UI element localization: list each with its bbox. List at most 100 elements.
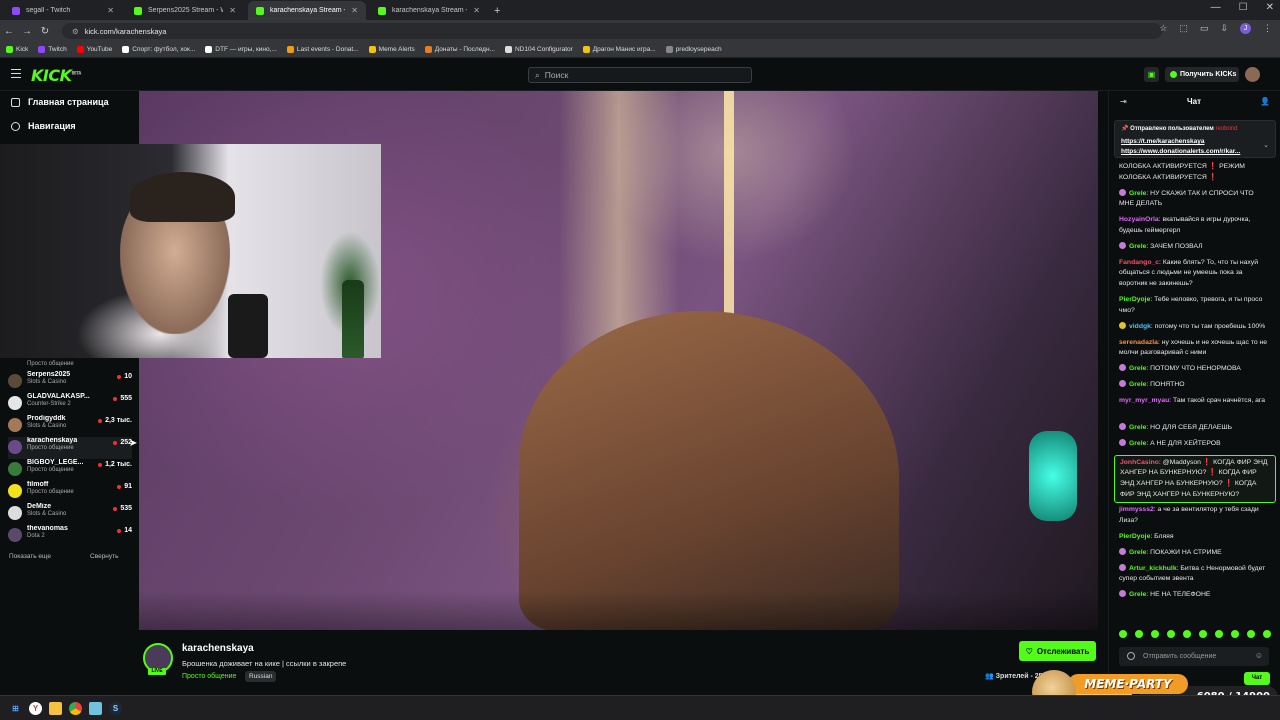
sidebar-channel-thevanomas[interactable]: thevanomas Dota 2 14	[8, 525, 132, 547]
chat-username[interactable]: Grele	[1129, 243, 1146, 250]
chat-username[interactable]: Fandango_c	[1119, 259, 1159, 266]
pinned-message[interactable]: 📌 Отправлено пользователем reobond https…	[1114, 120, 1276, 158]
follow-button[interactable]: ♡ Отслеживать	[1019, 641, 1096, 661]
chat-message-input[interactable]: Отправить сообщение ☺	[1119, 647, 1269, 666]
browser-tab-active[interactable]: karachenskaya Stream - Watch✕	[248, 1, 366, 20]
folder-icon[interactable]	[49, 701, 62, 715]
chat-username[interactable]: Grele	[1129, 424, 1146, 431]
stream-category-link[interactable]: Просто общение	[182, 673, 236, 680]
url-field[interactable]: ⚙ kick.com/karachenskaya	[62, 23, 1162, 39]
sidebar-channel-demize[interactable]: DeMize Slots & Casino 535	[8, 503, 132, 525]
bookmark-item[interactable]: Донаты - Последн...	[424, 46, 495, 53]
close-tab-icon[interactable]: ✕	[229, 6, 236, 15]
chat-username[interactable]: HozyainOrla	[1119, 216, 1159, 223]
emote-icon[interactable]	[1151, 630, 1159, 638]
browser-tab[interactable]: Serpens2025 Stream - Watch Li✕	[126, 1, 244, 20]
emote-icon[interactable]	[1231, 630, 1239, 638]
emote-icon[interactable]	[1215, 630, 1223, 638]
chat-username[interactable]: PierDyoje	[1119, 296, 1150, 303]
emote-icon[interactable]	[1135, 630, 1143, 638]
bookmark-item[interactable]: Kick	[6, 46, 28, 53]
bookmark-item[interactable]: YouTube	[76, 46, 112, 53]
pinned-link[interactable]: https://www.donationalerts.com/r/kar...	[1121, 148, 1261, 155]
bookmark-item[interactable]: Meme Alerts	[368, 46, 415, 53]
bookmark-item[interactable]: ND104 Configurator	[504, 46, 573, 53]
chat-username[interactable]: Artur_kickhulk	[1129, 565, 1177, 572]
chat-username[interactable]: Grele	[1129, 381, 1146, 388]
bookmark-item[interactable]: Драгон Манис игра...	[582, 46, 656, 53]
bookmark-item[interactable]: Спорт: футбол, хок...	[122, 46, 195, 53]
emoji-icon[interactable]: ☺	[1255, 651, 1263, 660]
close-tab-icon[interactable]: ✕	[351, 6, 358, 15]
sidebar-channel-karachenskaya[interactable]: karachenskaya Просто общение 252	[8, 437, 132, 459]
chat-username[interactable]: PierDyoje	[1119, 533, 1150, 540]
windows-icon[interactable]: ⊞	[9, 702, 22, 715]
emote-icon[interactable]	[1167, 630, 1175, 638]
chrome-icon[interactable]	[69, 701, 82, 715]
close-window-icon[interactable]: ✕	[1266, 2, 1274, 13]
sidebar-channel-prodigyddk[interactable]: Prodigyddk Slots & Casino 2,3 тыс.	[8, 415, 132, 437]
minimize-icon[interactable]: —	[1211, 2, 1221, 13]
browser-tab[interactable]: segall - Twitch ✕	[4, 1, 122, 20]
chat-username[interactable]: viddgk	[1129, 323, 1151, 330]
profile-avatar[interactable]: J	[1240, 23, 1251, 34]
emote-icon[interactable]	[1263, 630, 1271, 638]
reload-icon[interactable]: ↻	[36, 26, 54, 37]
bookmark-item[interactable]: DTF — игры, кино,...	[205, 46, 277, 53]
kick-logo[interactable]: KICKBETA	[31, 66, 81, 85]
sidebar-item-home[interactable]: Главная страница	[11, 97, 109, 107]
chat-users-icon[interactable]: 👤	[1260, 97, 1270, 106]
emote-icon[interactable]	[1199, 630, 1207, 638]
notepad-icon[interactable]	[89, 701, 102, 715]
dashboard-button[interactable]: ▣	[1144, 67, 1159, 82]
maximize-icon[interactable]: ☐	[1239, 2, 1248, 13]
bookmark-star-icon[interactable]: ☆	[1159, 23, 1167, 34]
chat-username[interactable]: myr_myr_myau	[1119, 397, 1169, 404]
chat-username[interactable]: jimmysss2	[1119, 506, 1154, 513]
sidebar-channel-gladvalakasp-[interactable]: GLADVALAKASP... Counter-Strike 2 555	[8, 393, 132, 415]
bookmark-item[interactable]: predloysepeach	[665, 46, 722, 53]
pinned-link[interactable]: https://t.me/karachenskaya	[1121, 138, 1204, 145]
chevron-down-icon[interactable]: ⌄	[1263, 141, 1269, 149]
bookmark-item[interactable]: Twitch	[38, 46, 67, 53]
bookmark-item[interactable]: Last events - Donat...	[286, 46, 359, 53]
yandex-icon[interactable]: Y	[29, 701, 42, 715]
sidebar-channel-filmoff[interactable]: filmoff Просто общение 91	[8, 481, 132, 503]
site-info-icon[interactable]: ⚙	[72, 27, 79, 36]
emote-icon[interactable]	[1183, 630, 1191, 638]
chat-username[interactable]: JonhCasino	[1120, 459, 1159, 466]
get-kicks-button[interactable]: Получить KICKs	[1165, 67, 1239, 82]
search-input[interactable]: ⌕ Поиск	[528, 67, 752, 83]
browser-tab[interactable]: karachenskaya Stream - Watch✕	[370, 1, 488, 20]
chat-username[interactable]: Grele	[1129, 365, 1146, 372]
site-header: KICKBETA ⌕ Поиск ▣ Получить KICKs	[0, 59, 1280, 91]
show-more-button[interactable]: Показать еще	[9, 553, 51, 560]
chat-username[interactable]: Grele	[1129, 591, 1146, 598]
collapse-button[interactable]: Свернуть	[90, 553, 119, 560]
sidebar-item-browse[interactable]: Навигация	[11, 121, 76, 131]
chat-username[interactable]: serenadazla	[1119, 339, 1158, 346]
hamburger-menu-icon[interactable]	[11, 69, 21, 78]
browser-menu-icon[interactable]: ⋮	[1263, 23, 1272, 34]
close-tab-icon[interactable]: ✕	[473, 6, 480, 15]
sidebar-channel-serpens2025[interactable]: Serpens2025 Slots & Casino 10	[8, 371, 132, 393]
back-icon[interactable]: ←	[0, 26, 18, 37]
chat-username[interactable]: Grele	[1129, 190, 1146, 197]
chat-settings-icon[interactable]	[1127, 652, 1135, 660]
chat-username[interactable]: Grele	[1129, 549, 1146, 556]
user-avatar[interactable]	[1245, 67, 1260, 82]
channel-name[interactable]: karachenskaya	[182, 643, 254, 654]
new-tab-button[interactable]: +	[494, 1, 500, 20]
chat-username[interactable]: Grele	[1129, 440, 1146, 447]
forward-icon[interactable]: →	[18, 26, 36, 37]
extensions-icon[interactable]: ⬚	[1179, 23, 1188, 34]
close-tab-icon[interactable]: ✕	[107, 6, 114, 15]
emote-icon[interactable]	[1247, 630, 1255, 638]
language-tag[interactable]: Russian	[245, 671, 277, 682]
cast-icon[interactable]: ▭	[1200, 23, 1209, 34]
emote-icon[interactable]	[1119, 630, 1127, 638]
sidebar-channel-bigboy-lege-[interactable]: BIGBOY_LEGE... Просто общение 1,2 тыс.	[8, 459, 132, 481]
download-icon[interactable]: ⇩	[1220, 23, 1228, 34]
steam-icon[interactable]: S	[109, 701, 122, 715]
send-chat-button[interactable]: Чат	[1244, 672, 1270, 685]
